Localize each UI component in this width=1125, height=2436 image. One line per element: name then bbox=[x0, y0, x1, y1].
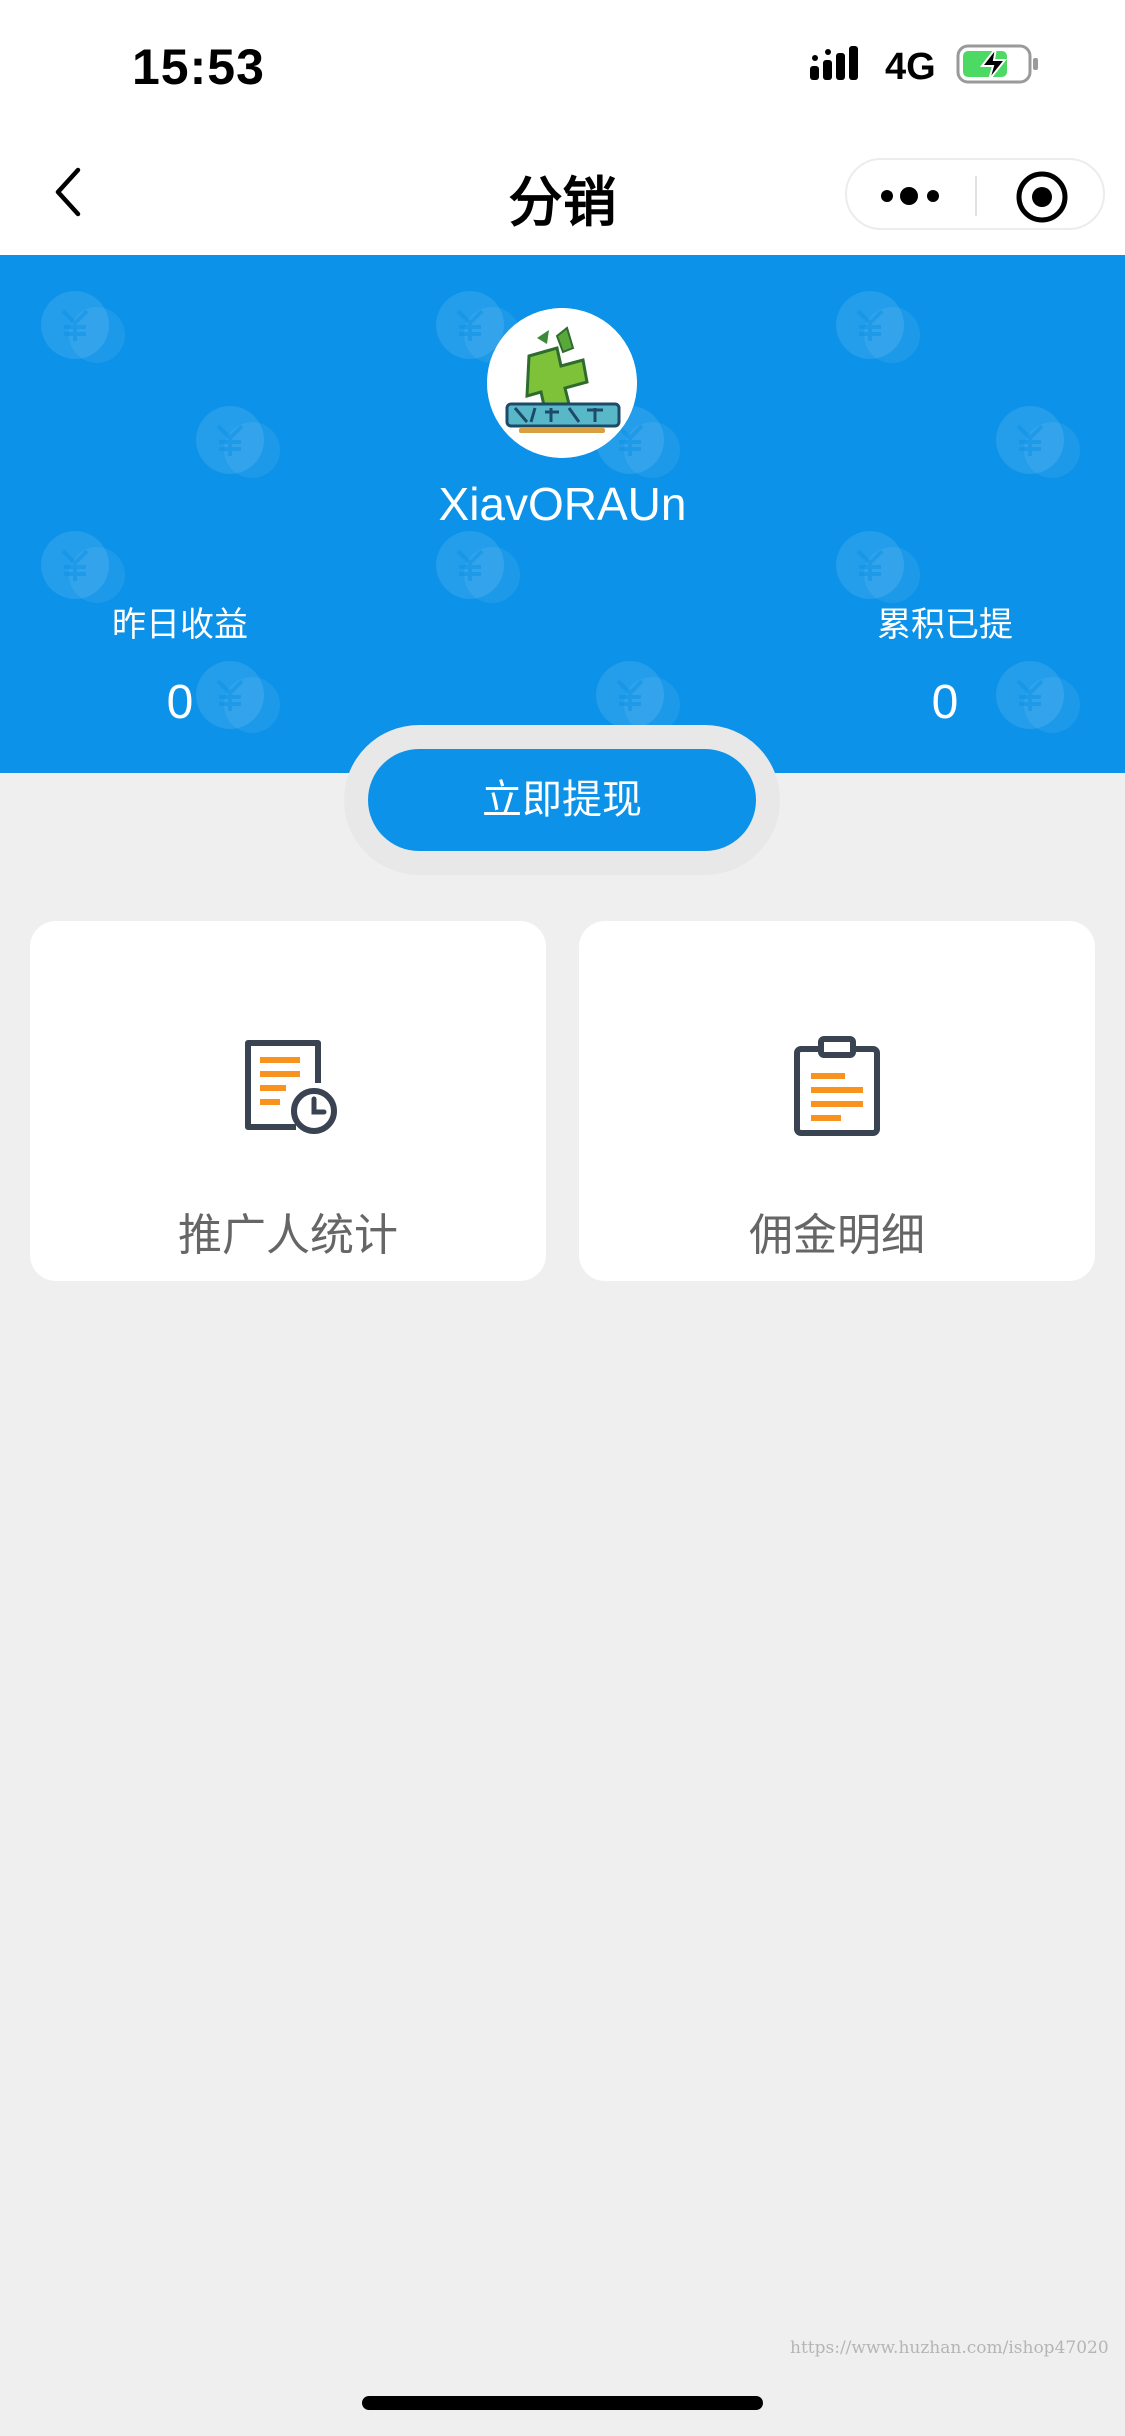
network-type: 4G bbox=[885, 46, 936, 88]
withdraw-button-wrapper: 立即提现 bbox=[344, 725, 780, 875]
stat-label: 累积已提 bbox=[877, 605, 1013, 645]
stat-total-withdrawn: 累积已提 0 bbox=[795, 605, 1095, 730]
nav-bar: 分销 bbox=[0, 130, 1125, 255]
clipboard-list-icon bbox=[794, 1036, 880, 1136]
card-label: 推广人统计 bbox=[178, 1210, 398, 1261]
signal-bars-icon bbox=[810, 46, 858, 80]
mini-program-capsule bbox=[845, 158, 1105, 230]
stat-value: 0 bbox=[166, 676, 194, 729]
battery-charging-icon bbox=[956, 44, 1038, 84]
distribution-header: XiavORAUn 昨日收益 0 累积已提 0 bbox=[0, 255, 1125, 773]
promoter-stats-card[interactable]: 推广人统计 bbox=[30, 921, 546, 1281]
card-label: 佣金明细 bbox=[749, 1210, 925, 1261]
status-time: 15:53 bbox=[132, 39, 265, 95]
target-circle-icon[interactable] bbox=[1015, 170, 1069, 224]
document-clock-icon bbox=[245, 1040, 337, 1134]
more-dots-icon[interactable] bbox=[877, 180, 947, 212]
withdraw-button[interactable]: 立即提现 bbox=[368, 749, 756, 851]
stat-value: 0 bbox=[931, 676, 959, 729]
watermark: https://www.huzhan.com/ishop47020 bbox=[790, 2338, 1109, 2358]
status-bar: 15:53 4G bbox=[0, 0, 1125, 130]
stat-label: 昨日收益 bbox=[112, 605, 248, 645]
avatar-logo bbox=[487, 308, 637, 458]
commission-details-card[interactable]: 佣金明细 bbox=[579, 921, 1095, 1281]
home-indicator bbox=[362, 2396, 763, 2410]
stat-yesterday-earnings: 昨日收益 0 bbox=[30, 605, 330, 730]
avatar bbox=[487, 308, 637, 458]
username: XiavORAUn bbox=[438, 478, 687, 530]
capsule-divider bbox=[975, 176, 977, 216]
